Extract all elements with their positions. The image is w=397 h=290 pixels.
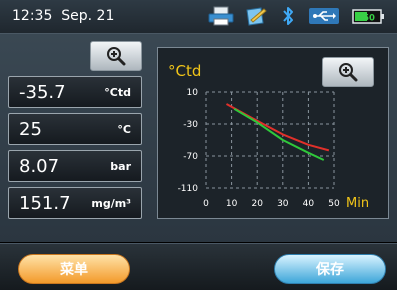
reading-value: 151.7 <box>19 193 71 214</box>
reading-pressure: 8.07 bar <box>8 150 142 182</box>
bluetooth-icon <box>283 7 293 25</box>
reading-temperature: 25 °C <box>8 113 142 145</box>
x-tick-label: 0 <box>203 199 209 209</box>
reading-dewpoint: -35.7 °Ctd <box>8 76 142 108</box>
y-tick-label: -70 <box>183 152 198 162</box>
status-bar: 12:35 Sep. 21 50 <box>0 0 397 34</box>
reading-unit: °C <box>117 123 131 136</box>
x-tick-label: 40 <box>303 199 315 209</box>
time-text: 12:35 <box>12 8 53 24</box>
y-tick-label: -110 <box>178 184 199 194</box>
printer-icon[interactable] <box>208 6 234 26</box>
bottom-bar: 菜单 保存 <box>0 243 397 290</box>
x-tick-label: 30 <box>277 199 289 209</box>
battery-level-text: 50 <box>363 14 375 24</box>
reading-value: -35.7 <box>19 82 66 103</box>
reading-value: 8.07 <box>19 156 60 177</box>
zoom-button-chart[interactable] <box>322 57 374 87</box>
menu-button[interactable]: 菜单 <box>18 254 130 284</box>
x-tick-label: 10 <box>226 199 238 209</box>
device-screen: 12:35 Sep. 21 50 -35.7 °Ctd 25 °C 8.07 b… <box>0 0 397 290</box>
series-line-1 <box>226 103 330 152</box>
y-tick-label: 10 <box>187 88 199 98</box>
x-tick-label: 50 <box>328 199 340 209</box>
y-axis-label: °Ctd <box>168 62 201 80</box>
date-text: Sep. 21 <box>61 8 115 24</box>
reading-value: 25 <box>19 119 42 140</box>
reading-unit: bar <box>110 160 131 173</box>
reading-concentration: 151.7 mg/m³ <box>8 187 142 219</box>
series-line-2 <box>233 107 325 161</box>
zoom-button-left[interactable] <box>90 41 142 71</box>
usb-icon <box>309 8 339 24</box>
zoom-in-icon <box>107 47 126 66</box>
edit-icon[interactable] <box>244 6 268 26</box>
reading-unit: °Ctd <box>104 86 131 99</box>
x-axis-label: Min <box>346 196 369 211</box>
battery-icon: 50 <box>352 9 384 24</box>
save-button[interactable]: 保存 <box>274 254 386 284</box>
clock: 12:35 Sep. 21 <box>12 8 114 24</box>
y-tick-label: -30 <box>183 120 198 130</box>
x-tick-label: 20 <box>251 199 263 209</box>
zoom-in-icon <box>339 63 358 82</box>
reading-unit: mg/m³ <box>91 197 131 210</box>
